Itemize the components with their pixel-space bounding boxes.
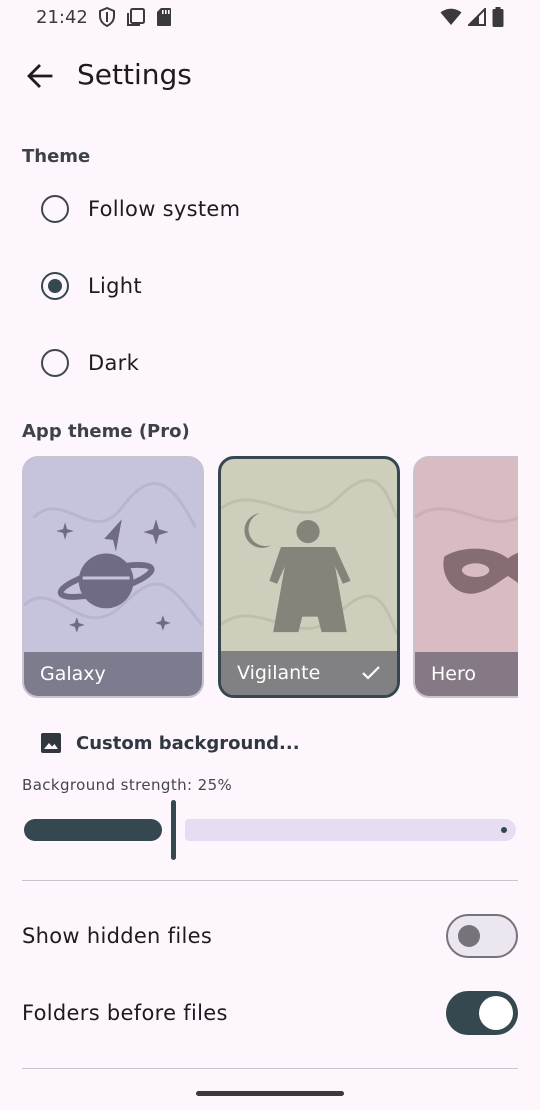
page-title: Settings (77, 58, 192, 91)
signal-icon (468, 8, 486, 26)
theme-option-label: Light (88, 274, 142, 298)
show-hidden-files-row[interactable]: Show hidden files (22, 908, 518, 964)
back-button[interactable] (18, 54, 62, 98)
theme-option-light[interactable]: Light (22, 256, 518, 316)
theme-option-follow-system[interactable]: Follow system (22, 179, 518, 239)
status-time: 21:42 (36, 6, 88, 28)
slider-thumb[interactable] (171, 800, 176, 860)
theme-option-label: Dark (88, 351, 140, 375)
app-theme-section-label: App theme (Pro) (22, 421, 190, 442)
background-strength-label: Background strength: 25% (22, 776, 233, 794)
show-hidden-files-switch[interactable] (446, 914, 518, 958)
arrow-back-icon (27, 64, 53, 88)
status-bar: 21:42 (0, 0, 540, 34)
switch-label: Folders before files (22, 1001, 228, 1025)
image-icon (41, 733, 61, 753)
sd-card-icon (156, 8, 171, 26)
theme-card-galaxy[interactable]: Galaxy (22, 456, 204, 698)
theme-name: Vigilante (237, 662, 321, 684)
radio-button-selected[interactable] (41, 272, 69, 300)
theme-section-label: Theme (22, 146, 91, 167)
theme-option-label: Follow system (88, 197, 241, 221)
shield-icon (98, 7, 115, 27)
theme-card-hero[interactable]: Hero (413, 456, 518, 698)
switch-label: Show hidden files (22, 924, 213, 948)
divider (22, 880, 518, 881)
radio-button[interactable] (41, 349, 69, 377)
battery-icon (492, 7, 504, 27)
folders-before-files-switch[interactable] (446, 991, 518, 1035)
custom-background-button[interactable]: Custom background... (40, 728, 300, 758)
slider-stop-indicator (501, 827, 507, 833)
slider-active-track (24, 819, 162, 841)
divider (22, 1068, 518, 1069)
app-bar: Settings (0, 44, 540, 108)
slider-inactive-track[interactable] (185, 819, 516, 841)
theme-footer: Galaxy (24, 652, 202, 696)
theme-card-vigilante[interactable]: Vigilante (218, 456, 400, 698)
screen-copy-icon (126, 8, 145, 26)
theme-name: Galaxy (40, 663, 106, 685)
background-strength-slider[interactable] (22, 800, 518, 860)
radio-button[interactable] (41, 195, 69, 223)
gesture-navigation-bar[interactable] (196, 1091, 344, 1096)
check-icon (362, 666, 380, 680)
app-theme-carousel[interactable]: Galaxy Vigilante Hero (22, 456, 518, 700)
wifi-icon (440, 8, 462, 25)
folders-before-files-row[interactable]: Folders before files (22, 985, 518, 1041)
theme-name: Hero (431, 663, 476, 685)
theme-option-dark[interactable]: Dark (22, 333, 518, 393)
theme-footer: Vigilante (221, 651, 397, 695)
theme-footer: Hero (415, 652, 518, 696)
custom-background-label: Custom background... (76, 732, 300, 754)
